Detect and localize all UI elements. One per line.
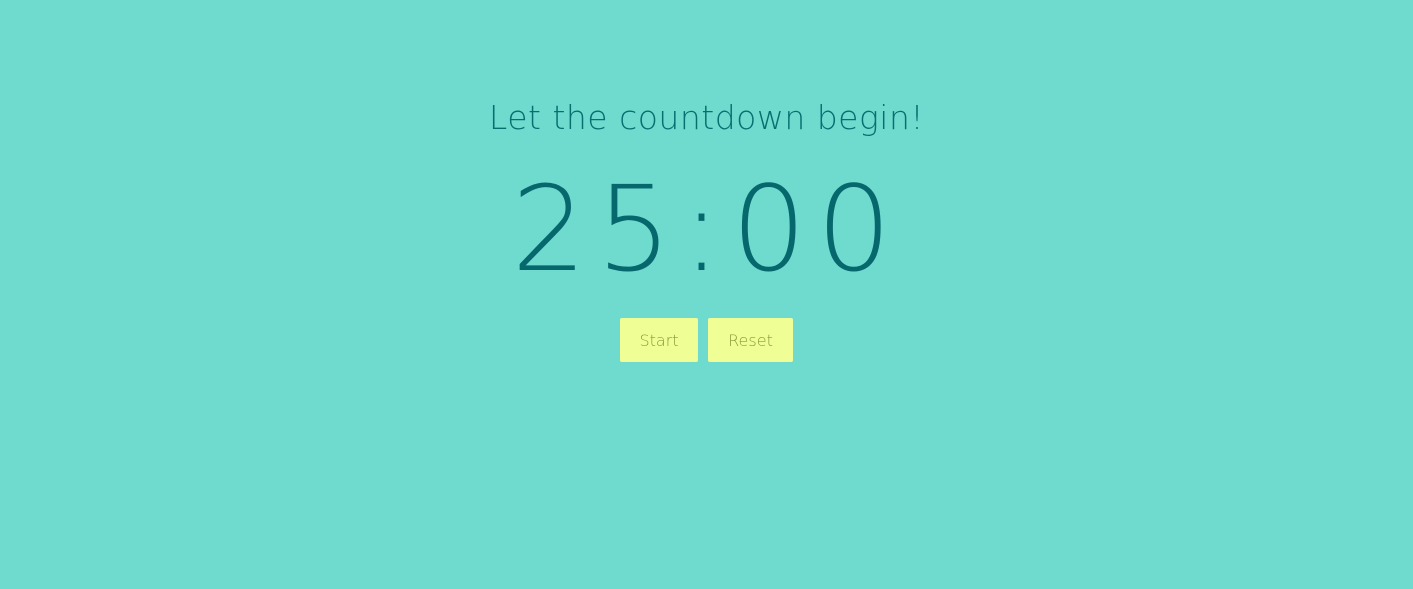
start-button[interactable]: Start — [620, 318, 698, 362]
reset-button[interactable]: Reset — [708, 318, 793, 362]
timer-controls: Start Reset — [0, 318, 1413, 362]
countdown-page: Let the countdown begin! 25:00 Start Res… — [0, 0, 1413, 589]
page-title: Let the countdown begin! — [488, 98, 925, 137]
timer-display: 25:00 — [511, 160, 902, 298]
